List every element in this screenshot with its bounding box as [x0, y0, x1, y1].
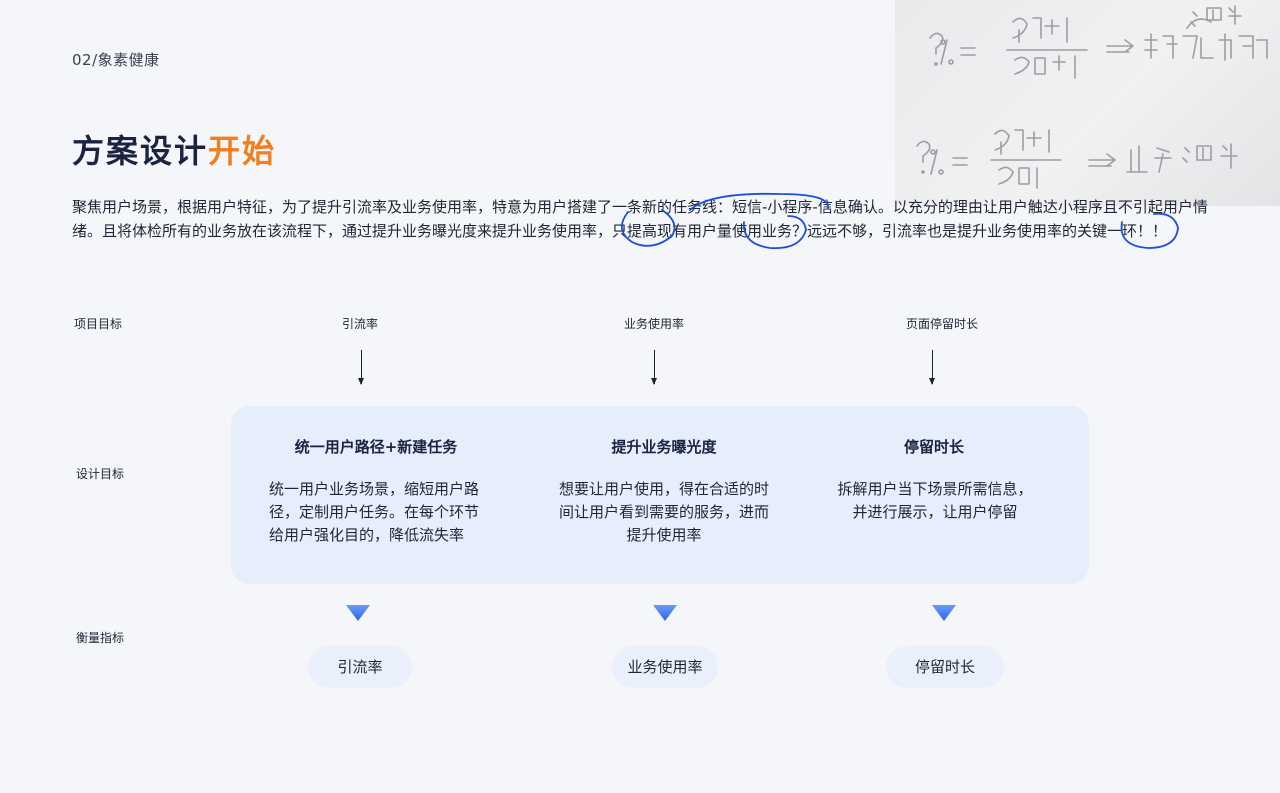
design-goal-desc: 统一用户业务场景，缩短用户路径，定制用户任务。在每个环节给用户强化目的，降低流失…: [269, 480, 480, 544]
design-goal-card: 停留时长 拆解用户当下场景所需信息，并进行展示，让用户停留: [819, 406, 1049, 584]
down-arrow-head: [929, 378, 935, 385]
design-goal-desc: 拆解用户当下场景所需信息，并进行展示，让用户停留: [837, 480, 1033, 521]
triangle-down-icon: [653, 605, 677, 621]
design-goal-heading: 停留时长: [903, 438, 964, 456]
row-label-design: 设计目标: [76, 467, 125, 481]
page-title-accent: 开始: [208, 132, 277, 170]
design-goal-heading: 统一用户路径+新建任务: [294, 438, 458, 456]
design-goal-desc: 想要让用户使用，得在合适的时间让用户看到需要的服务，进而提升使用率: [559, 480, 770, 544]
design-goal-card: 统一用户路径+新建任务 统一用户业务场景，缩短用户路径，定制用户任务。在每个环节…: [261, 406, 491, 584]
metric-pill-usage-rate: 业务使用率: [612, 646, 718, 688]
goal-traffic-rate: 引流率: [341, 317, 379, 331]
metric-pill-traffic-rate: 引流率: [308, 646, 412, 688]
page-title: 方案设计开始: [72, 126, 276, 172]
goal-stay-duration: 页面停留时长: [905, 317, 979, 331]
intro-paragraph: 聚焦用户场景，根据用户特征，为了提升引流率及业务使用率，特意为用户搭建了一条新的…: [72, 198, 1208, 240]
section-label: 02/象素健康: [72, 51, 160, 69]
handwritten-note-photo: [895, 0, 1280, 206]
design-goal-heading: 提升业务曝光度: [611, 438, 717, 456]
metric-pill-stay-duration: 停留时长: [886, 646, 1004, 688]
page-title-main: 方案设计: [72, 132, 209, 170]
design-goals-panel: 统一用户路径+新建任务 统一用户业务场景，缩短用户路径，定制用户任务。在每个环节…: [231, 406, 1089, 584]
down-arrow-head: [358, 378, 364, 385]
goal-usage-rate: 业务使用率: [623, 317, 685, 331]
down-arrow-head: [651, 378, 657, 385]
row-label-metric: 衡量指标: [76, 631, 125, 645]
design-goal-card: 提升业务曝光度 想要让用户使用，得在合适的时间让用户看到需要的服务，进而提升使用…: [549, 406, 779, 584]
row-label-goal: 项目目标: [74, 317, 123, 331]
handwritten-note-sketch: [916, 5, 1268, 189]
triangle-down-icon: [346, 605, 370, 621]
triangle-down-icon: [932, 605, 956, 621]
